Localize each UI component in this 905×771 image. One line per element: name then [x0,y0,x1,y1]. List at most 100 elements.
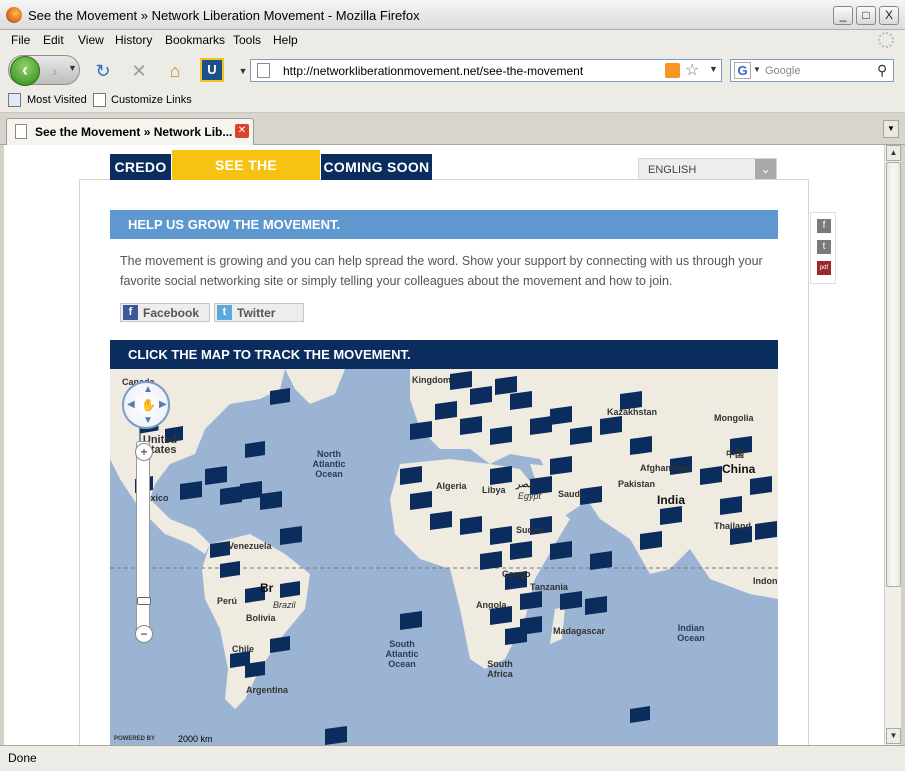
maximize-button[interactable]: □ [856,6,876,25]
language-select[interactable]: ENGLISH ⌄ [638,158,777,180]
status-text: Done [8,751,37,765]
status-bar: Done [0,745,905,771]
url-text[interactable]: http://networkliberationmovement.net/see… [283,64,583,78]
url-dropdown-icon[interactable]: ▼ [709,64,718,74]
tab-see-the-movement[interactable]: See the Movement » Network Lib... ✕ [6,118,254,145]
menu-file[interactable]: File [11,33,30,47]
minimize-button[interactable]: _ [833,6,853,25]
search-icon[interactable]: ⚲ [877,62,887,79]
side-facebook-icon[interactable]: f [817,219,831,233]
pan-down-icon[interactable]: ▼ [143,415,153,426]
menu-tools[interactable]: Tools [233,33,261,47]
page-viewport: CREDO SEE THE MOVEMENT COMING SOON ENGLI… [4,145,884,745]
twitter-icon: t [217,305,232,320]
menu-view[interactable]: View [78,33,104,47]
label-china-native: 中国 [726,449,745,459]
search-bar[interactable]: G ▼ Google ⚲ [730,59,894,82]
side-twitter-icon[interactable]: t [817,240,831,254]
label-indonesia: Indon [753,576,778,586]
label-angola: Angola [476,600,507,610]
menu-help[interactable]: Help [273,33,298,47]
zoom-slider-handle[interactable] [137,597,151,605]
navigation-toolbar: ‹ › ▼ ↻ ✕ ⌂ U ▼ http://networkliberation… [0,51,905,89]
scroll-up-icon[interactable]: ▲ [886,145,901,161]
twitter-share-button[interactable]: t Twitter [214,303,304,322]
firefox-icon [6,7,22,23]
zoom-out-button[interactable]: − [135,625,153,643]
movement-map[interactable]: Canada United States Mexico Venezuela Br… [110,369,778,745]
pan-up-icon[interactable]: ▲ [143,384,153,395]
label-libya: Libya [482,485,506,495]
tab-title: See the Movement » Network Lib... [35,125,233,139]
search-engine-icon[interactable]: G [734,62,751,79]
map-scale: 2000 km [178,734,213,744]
url-bar[interactable]: http://networkliberationmovement.net/see… [250,59,722,82]
forward-button[interactable]: › [44,61,66,81]
label-kingdom: Kingdom [412,375,451,385]
scroll-down-icon[interactable]: ▼ [886,728,901,744]
map-heading-bar: CLICK THE MAP TO TRACK THE MOVEMENT. [110,340,778,369]
label-pakistan: Pakistan [618,479,656,489]
tab-close-icon[interactable]: ✕ [235,124,249,138]
bookmark-customize-links[interactable]: Customize Links [111,94,192,106]
menu-edit[interactable]: Edit [43,33,64,47]
tab-page-icon [15,124,27,139]
history-dropdown-icon[interactable]: ▼ [68,63,77,73]
label-north-atlantic: North Atlantic Ocean [312,449,346,479]
pan-left-icon[interactable]: ◀ [127,399,135,410]
nav-coming-soon[interactable]: COMING SOON [321,154,432,180]
facebook-label: Facebook [143,306,200,320]
zoom-in-button[interactable]: + [135,443,153,461]
most-visited-icon [8,93,21,107]
bookmarks-toolbar: Most Visited Customize Links [0,89,905,113]
close-window-button[interactable]: X [879,6,899,25]
label-south-africa: South Africa [487,659,513,679]
window-title: See the Movement » Network Liberation Mo… [28,8,420,23]
side-pdf-icon[interactable]: pdf [817,261,831,275]
home-icon[interactable]: ⌂ [164,60,186,82]
hand-icon[interactable]: ✋ [141,398,156,412]
label-indian-ocean: Indian Ocean [677,623,705,643]
label-argentina: Argentina [246,685,289,695]
label-afghanistan: Afghanistan [640,463,693,473]
page-icon [257,63,270,78]
vertical-scrollbar[interactable]: ▲ ▼ [884,145,901,745]
customize-links-icon [93,93,106,107]
window-titlebar: See the Movement » Network Liberation Mo… [0,0,905,30]
scrollbar-thumb[interactable] [886,162,901,587]
language-select-value: ENGLISH [648,164,697,176]
menu-bookmarks[interactable]: Bookmarks [165,33,225,47]
label-brazil-short: Br [260,581,274,595]
label-south-atlantic: South Atlantic Ocean [385,639,419,669]
label-tanzania: Tanzania [530,582,568,592]
label-saudi: Saudi [558,489,583,499]
nav-see-the-movement[interactable]: SEE THE MOVEMENT [172,150,320,203]
menu-bar: File Edit View History Bookmarks Tools H… [0,30,905,51]
label-sudan: Sudan [516,525,544,535]
bookmark-star-icon[interactable]: ☆ [685,60,699,80]
nav-credo[interactable]: CREDO [110,154,171,180]
pan-right-icon[interactable]: ▶ [159,399,167,410]
help-heading-bar: HELP US GROW THE MOVEMENT. [110,210,778,239]
tab-list-dropdown-icon[interactable]: ▼ [883,120,899,138]
facebook-share-button[interactable]: f Facebook [120,303,210,322]
label-egypt: Egypt [518,491,542,501]
label-peru: Perú [217,596,238,606]
stop-icon[interactable]: ✕ [128,60,150,82]
search-engine-dropdown-icon[interactable]: ▼ [753,65,761,74]
back-button[interactable]: ‹ [10,56,40,86]
intro-text: The movement is growing and you can help… [120,254,763,288]
side-share-tools: f t pdf [810,212,836,284]
chevron-down-icon[interactable]: ⌄ [755,159,776,179]
rss-feed-icon[interactable] [665,63,680,78]
map-pan-control[interactable]: ▲ ◀ ▶ ▼ ✋ [122,381,170,429]
search-input[interactable]: Google [765,65,800,77]
bookmark-most-visited[interactable]: Most Visited [27,94,87,106]
reload-icon[interactable]: ↻ [92,60,114,82]
addon-u-icon[interactable]: U [200,58,224,82]
label-congo: Congo [502,569,531,579]
label-algeria: Algeria [436,481,467,491]
help-heading: HELP US GROW THE MOVEMENT. [128,217,341,232]
zoom-track[interactable] [136,441,150,641]
menu-history[interactable]: History [115,33,152,47]
